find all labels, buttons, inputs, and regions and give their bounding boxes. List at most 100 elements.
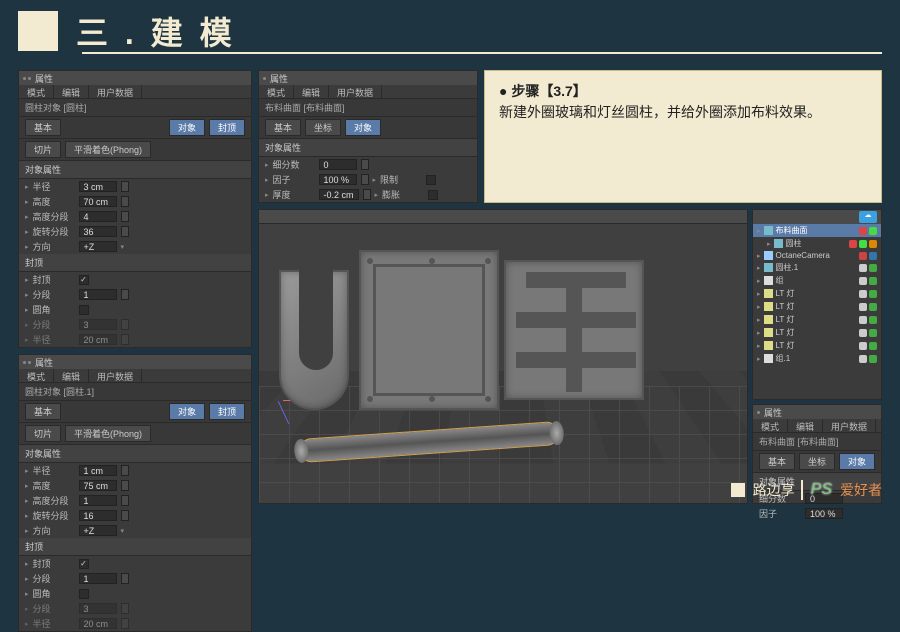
tab-phong[interactable]: 平滑着色(Phong) (65, 425, 151, 442)
tab-basic[interactable]: 基本 (265, 119, 301, 136)
tab-object[interactable]: 对象 (839, 453, 875, 470)
tab-cap[interactable]: 封顶 (209, 119, 245, 136)
row-fillet: ▸圆角 (19, 586, 251, 601)
tab-slice[interactable]: 切片 (25, 141, 61, 158)
radius-input[interactable]: 3 cm (79, 181, 117, 192)
tab-mode[interactable]: 模式 (753, 419, 788, 432)
panel-menu: 模式 编辑 用户数据 (753, 419, 881, 433)
outliner-item[interactable]: ▸布料曲面 (753, 224, 881, 237)
outliner-item[interactable]: ▸组 (753, 274, 881, 287)
mesh-letter-u (279, 270, 349, 410)
fillet-checkbox[interactable] (79, 305, 89, 315)
object-path: 布料曲面 [布料曲面] (753, 433, 881, 451)
3d-viewport[interactable] (258, 209, 748, 504)
outliner-item[interactable]: ▸LT 灯 (753, 339, 881, 352)
right-column: 属性 模式 编辑 用户数据 布料曲面 [布料曲面] 基本 坐标 对象 对象属性 … (258, 70, 882, 632)
tab-basic[interactable]: 基本 (25, 119, 61, 136)
outliner-item[interactable]: ▸OctaneCamera (753, 250, 881, 261)
header-square-icon (18, 11, 58, 51)
tab-mode[interactable]: 模式 (259, 85, 294, 98)
cloud-icon[interactable]: ☁ (859, 211, 877, 223)
row-capseg: ▸分段1 (19, 287, 251, 302)
outliner-item[interactable]: ▸LT 灯 (753, 326, 881, 339)
spinner-icon[interactable] (121, 480, 129, 491)
viewport-toolbar[interactable] (259, 210, 747, 224)
spinner-icon[interactable] (121, 289, 129, 300)
row-filletr: ▸半径20 cm (19, 616, 251, 631)
panel-titlebar[interactable]: 属性 (19, 355, 251, 369)
bulge-checkbox[interactable] (428, 190, 438, 200)
hseg-input[interactable]: 1 (79, 495, 117, 506)
tab-userdata[interactable]: 用户数据 (89, 85, 142, 98)
capseg-input[interactable]: 1 (79, 573, 117, 584)
tab-slice[interactable]: 切片 (25, 425, 61, 442)
spinner-icon[interactable] (121, 573, 129, 584)
tab-object[interactable]: 对象 (169, 403, 205, 420)
tab-mode[interactable]: 模式 (19, 369, 54, 382)
tab-userdata[interactable]: 用户数据 (823, 419, 876, 432)
capseg-input[interactable]: 1 (79, 289, 117, 300)
height-input[interactable]: 70 cm (79, 196, 117, 207)
thickness-input[interactable]: -0.2 cm (319, 189, 359, 200)
tab-basic[interactable]: 基本 (25, 403, 61, 420)
fillet-checkbox[interactable] (79, 589, 89, 599)
outliner-item[interactable]: ▸圆柱 (753, 237, 881, 250)
chevron-down-icon[interactable]: ▾ (121, 243, 125, 251)
panel-titlebar[interactable]: 属性 (19, 71, 251, 85)
tab-mode[interactable]: 模式 (19, 85, 54, 98)
cap-checkbox[interactable] (79, 559, 89, 569)
subdiv-input[interactable]: 0 (319, 159, 357, 170)
section-object-props: 对象属性 (19, 161, 251, 179)
tab-coord[interactable]: 坐标 (799, 453, 835, 470)
spinner-icon[interactable] (121, 196, 129, 207)
tab-object[interactable]: 对象 (345, 119, 381, 136)
attr-tabs: 基本 坐标 对象 (753, 451, 881, 473)
tab-object[interactable]: 对象 (169, 119, 205, 136)
outliner-item[interactable]: ▸组.1 (753, 352, 881, 365)
chevron-down-icon[interactable]: ▾ (121, 527, 125, 535)
spinner-icon[interactable] (121, 495, 129, 506)
tab-coord[interactable]: 坐标 (305, 119, 341, 136)
spinner-icon[interactable] (361, 159, 369, 170)
tab-edit[interactable]: 编辑 (54, 369, 89, 382)
spinner-icon[interactable] (121, 211, 129, 222)
orient-select[interactable]: +Z (79, 241, 117, 252)
outliner-item[interactable]: ▸LT 灯 (753, 313, 881, 326)
spinner-icon[interactable] (121, 181, 129, 192)
spinner-icon[interactable] (363, 189, 371, 200)
orient-select[interactable]: +Z (79, 525, 117, 536)
spinner-icon[interactable] (121, 226, 129, 237)
height-input[interactable]: 75 cm (79, 480, 117, 491)
section-object-props: 对象属性 (259, 139, 477, 157)
spinner-icon[interactable] (121, 465, 129, 476)
tab-userdata[interactable]: 用户数据 (89, 369, 142, 382)
tab-edit[interactable]: 编辑 (788, 419, 823, 432)
rotseg-input[interactable]: 16 (79, 510, 117, 521)
spinner-icon[interactable] (121, 510, 129, 521)
tab-basic[interactable]: 基本 (759, 453, 795, 470)
tab-edit[interactable]: 编辑 (294, 85, 329, 98)
cap-checkbox[interactable] (79, 275, 89, 285)
attr-tab-row2: 切片 平滑着色(Phong) (19, 423, 251, 445)
panel-titlebar[interactable]: 属性 (753, 405, 881, 419)
tab-userdata[interactable]: 用户数据 (329, 85, 382, 98)
limit-checkbox[interactable] (426, 175, 436, 185)
hseg-input[interactable]: 4 (79, 211, 117, 222)
outliner-header[interactable]: ☁ (753, 210, 881, 224)
tab-edit[interactable]: 编辑 (54, 85, 89, 98)
outliner-item[interactable]: ▸LT 灯 (753, 300, 881, 313)
attr-tab-row1: 基本 对象 封顶 (19, 401, 251, 423)
content-area: 属性 模式 编辑 用户数据 圆柱对象 [圆柱] 基本 对象 封顶 切片 平滑着色… (0, 58, 900, 632)
outliner-item[interactable]: ▸LT 灯 (753, 287, 881, 300)
factor-input[interactable]: 100 % (319, 174, 357, 185)
left-column: 属性 模式 编辑 用户数据 圆柱对象 [圆柱] 基本 对象 封顶 切片 平滑着色… (18, 70, 252, 632)
panel-titlebar[interactable]: 属性 (259, 71, 477, 85)
rotseg-input[interactable]: 36 (79, 226, 117, 237)
row-radius: ▸半径1 cm (19, 463, 251, 478)
spinner-icon[interactable] (361, 174, 369, 185)
outliner-item[interactable]: ▸圆柱.1 (753, 261, 881, 274)
tab-cap[interactable]: 封顶 (209, 403, 245, 420)
row-cap: ▸封顶 (19, 272, 251, 287)
tab-phong[interactable]: 平滑着色(Phong) (65, 141, 151, 158)
radius-input[interactable]: 1 cm (79, 465, 117, 476)
